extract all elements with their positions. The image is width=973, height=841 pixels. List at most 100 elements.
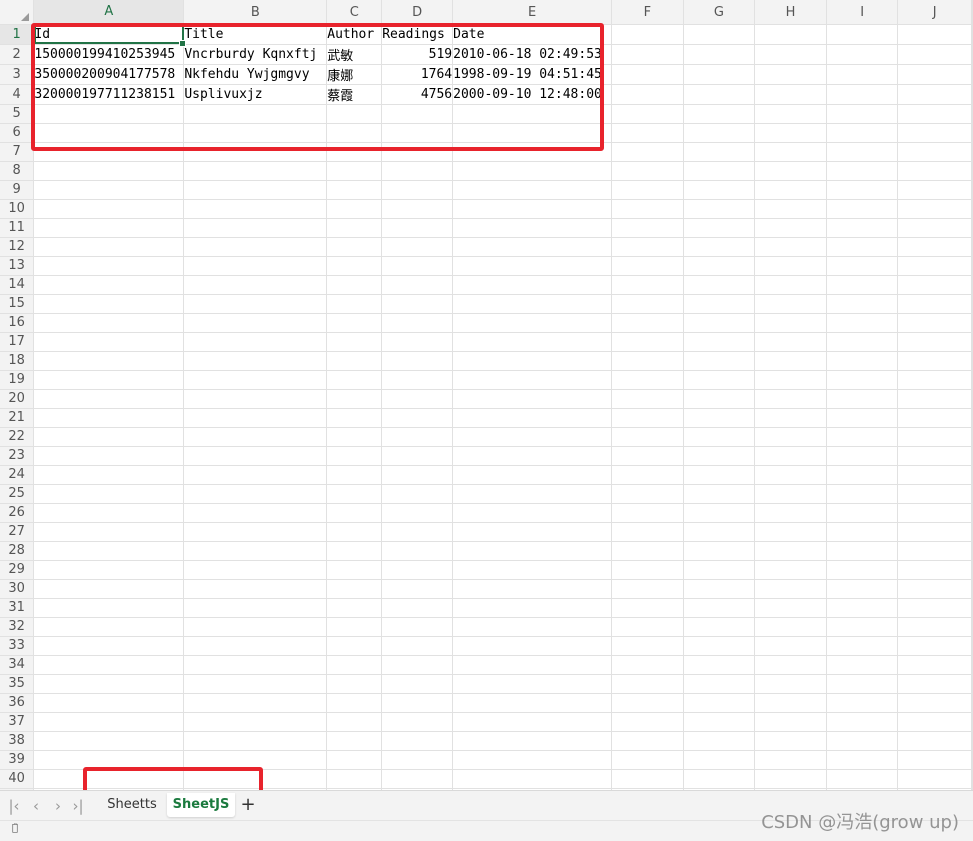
sheet-cell[interactable] bbox=[33, 465, 185, 485]
sheet-cell[interactable] bbox=[897, 712, 972, 732]
sheet-cell[interactable] bbox=[326, 351, 383, 371]
prev-sheet-icon[interactable]: ‹ bbox=[26, 796, 46, 816]
sheet-cell[interactable] bbox=[754, 351, 827, 371]
sheet-cell[interactable] bbox=[381, 541, 454, 561]
sheet-cell[interactable] bbox=[381, 484, 454, 504]
sheet-cell[interactable] bbox=[754, 237, 827, 257]
sheet-cell[interactable] bbox=[33, 674, 185, 694]
sheet-cell[interactable]: 350000200904177578 bbox=[33, 64, 185, 85]
sheet-cell[interactable] bbox=[183, 180, 328, 200]
sheet-cell[interactable] bbox=[33, 560, 185, 580]
sheet-cell[interactable] bbox=[754, 294, 827, 314]
sheet-cell[interactable] bbox=[611, 294, 684, 314]
sheet-cell[interactable] bbox=[381, 313, 454, 333]
sheet-cell[interactable]: 1764 bbox=[381, 64, 454, 85]
sheet-cell[interactable] bbox=[381, 142, 454, 162]
sheet-cell[interactable] bbox=[183, 598, 328, 618]
sheet-cell[interactable] bbox=[452, 655, 613, 675]
sheet-cell[interactable] bbox=[683, 44, 756, 65]
sheet-cell[interactable] bbox=[33, 503, 185, 523]
column-header-g[interactable]: G bbox=[683, 0, 756, 25]
sheet-cell[interactable] bbox=[754, 104, 827, 124]
sheet-cell[interactable] bbox=[683, 408, 756, 428]
sheet-cell[interactable] bbox=[971, 408, 973, 428]
sheet-cell[interactable]: Author bbox=[326, 24, 383, 45]
sheet-cell[interactable] bbox=[683, 370, 756, 390]
sheet-cell[interactable] bbox=[326, 161, 383, 181]
sheet-cell[interactable] bbox=[897, 199, 972, 219]
sheet-cell[interactable] bbox=[381, 275, 454, 295]
sheet-cell[interactable] bbox=[826, 674, 899, 694]
sheet-cell[interactable] bbox=[611, 579, 684, 599]
sheet-cell[interactable] bbox=[33, 427, 185, 447]
sheet-cell[interactable] bbox=[183, 294, 328, 314]
sheet-cell[interactable] bbox=[183, 465, 328, 485]
row-header[interactable]: 30 bbox=[0, 579, 35, 599]
sheet-cell[interactable] bbox=[611, 674, 684, 694]
sheet-cell[interactable] bbox=[897, 370, 972, 390]
sheet-cell[interactable] bbox=[326, 256, 383, 276]
sheet-cell[interactable] bbox=[452, 389, 613, 409]
sheet-cell[interactable]: Readings bbox=[381, 24, 454, 45]
sheet-cell[interactable] bbox=[971, 370, 973, 390]
sheet-cell[interactable] bbox=[183, 750, 328, 770]
row-header[interactable]: 37 bbox=[0, 712, 35, 732]
sheet-cell[interactable] bbox=[754, 427, 827, 447]
sheet-cell[interactable] bbox=[381, 389, 454, 409]
sheet-cell[interactable] bbox=[897, 123, 972, 143]
sheet-cell[interactable] bbox=[452, 446, 613, 466]
sheet-cell[interactable]: Id bbox=[33, 24, 186, 45]
sheet-cell[interactable] bbox=[381, 294, 454, 314]
sheet-cell[interactable] bbox=[33, 275, 185, 295]
sheet-cell[interactable] bbox=[611, 617, 684, 637]
sheet-cell[interactable] bbox=[754, 218, 827, 238]
sheet-cell[interactable] bbox=[826, 161, 899, 181]
sheet-cell[interactable] bbox=[826, 44, 899, 65]
sheet-cell[interactable] bbox=[826, 104, 899, 124]
sheet-cell[interactable] bbox=[183, 256, 328, 276]
sheet-cell[interactable] bbox=[683, 199, 756, 219]
sheet-cell[interactable] bbox=[971, 674, 973, 694]
sheet-cell[interactable] bbox=[326, 294, 383, 314]
sheet-cell[interactable] bbox=[826, 427, 899, 447]
sheet-cell[interactable] bbox=[897, 446, 972, 466]
sheet-cell[interactable] bbox=[971, 351, 973, 371]
sheet-cell[interactable] bbox=[683, 484, 756, 504]
sheet-cell[interactable] bbox=[754, 560, 827, 580]
row-header[interactable]: 24 bbox=[0, 465, 35, 485]
sheet-cell[interactable] bbox=[683, 275, 756, 295]
sheet-cell[interactable] bbox=[754, 370, 827, 390]
sheet-cell[interactable] bbox=[183, 161, 328, 181]
row-header[interactable]: 33 bbox=[0, 636, 35, 656]
sheet-cell[interactable] bbox=[897, 636, 972, 656]
sheet-cell[interactable] bbox=[826, 313, 899, 333]
sheet-cell[interactable] bbox=[897, 180, 972, 200]
row-header[interactable]: 29 bbox=[0, 560, 35, 580]
sheet-cell[interactable] bbox=[611, 237, 684, 257]
sheet-cell[interactable] bbox=[971, 598, 973, 618]
sheet-cell[interactable] bbox=[452, 104, 613, 124]
sheet-cell[interactable] bbox=[611, 427, 684, 447]
sheet-cell[interactable] bbox=[33, 104, 185, 124]
sheet-cell[interactable] bbox=[971, 769, 973, 789]
column-header-e[interactable]: E bbox=[452, 0, 613, 25]
sheet-tab-sheetts[interactable]: Sheetts bbox=[98, 793, 166, 817]
sheet-cell[interactable] bbox=[183, 313, 328, 333]
sheet-cell[interactable] bbox=[611, 180, 684, 200]
sheet-cell[interactable] bbox=[33, 408, 185, 428]
sheet-cell[interactable] bbox=[452, 427, 613, 447]
sheet-cell[interactable] bbox=[183, 579, 328, 599]
sheet-cell[interactable] bbox=[971, 560, 973, 580]
sheet-cell[interactable] bbox=[452, 237, 613, 257]
sheet-cell[interactable] bbox=[381, 218, 454, 238]
row-header[interactable]: 18 bbox=[0, 351, 35, 371]
sheet-cell[interactable] bbox=[897, 218, 972, 238]
sheet-tab-sheetjs[interactable]: SheetJS bbox=[167, 793, 235, 817]
sheet-cell[interactable] bbox=[326, 636, 383, 656]
sheet-cell[interactable] bbox=[897, 24, 972, 45]
sheet-cell[interactable] bbox=[452, 579, 613, 599]
sheet-cell[interactable] bbox=[611, 275, 684, 295]
sheet-cell[interactable] bbox=[971, 332, 973, 352]
sheet-cell[interactable] bbox=[683, 123, 756, 143]
sheet-cell[interactable] bbox=[452, 541, 613, 561]
